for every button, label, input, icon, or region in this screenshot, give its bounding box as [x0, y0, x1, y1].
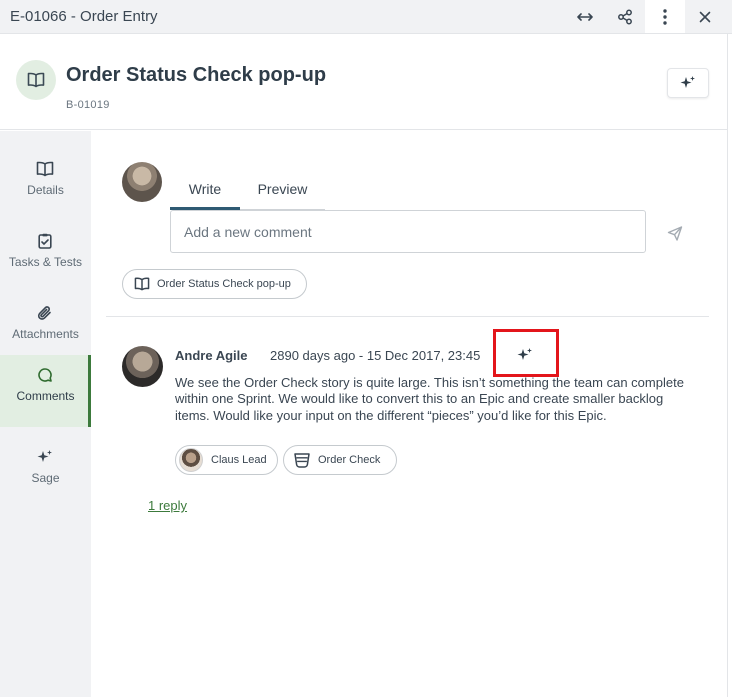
comment-input[interactable] — [170, 210, 646, 253]
paperclip-icon — [37, 306, 51, 320]
sidebar-item-sage[interactable]: Sage — [0, 437, 91, 509]
sidebar-item-comments[interactable]: Comments — [0, 355, 91, 427]
sparkle-icon — [517, 348, 532, 360]
sidebar-item-tasks-tests[interactable]: Tasks & Tests — [0, 221, 91, 293]
expand-button[interactable] — [565, 0, 605, 33]
tab-preview[interactable]: Preview — [240, 170, 325, 210]
book-icon — [36, 161, 54, 177]
task-check-icon — [38, 233, 52, 249]
book-icon — [27, 72, 45, 88]
close-icon — [699, 11, 711, 22]
divider — [106, 316, 709, 317]
item-type-badge — [16, 60, 56, 100]
sidebar-item-label: Tasks & Tests — [8, 255, 83, 269]
item-id: B-01019 — [66, 99, 110, 111]
comment-author: Andre Agile — [175, 348, 248, 363]
mention-chip-member[interactable]: Claus Lead — [175, 445, 278, 475]
share-button[interactable] — [605, 0, 645, 33]
window-title: E-01066 - Order Entry — [10, 8, 158, 25]
comment-timestamp: 2890 days ago - 15 Dec 2017, 23:45 — [270, 348, 481, 363]
comment-icon — [38, 368, 52, 382]
comment-body: We see the Order Check story is quite la… — [175, 375, 684, 423]
book-icon — [134, 277, 150, 291]
context-chip-label: Order Status Check pop-up — [157, 278, 291, 290]
mention-label: Claus Lead — [211, 454, 267, 466]
current-user-avatar — [122, 162, 162, 202]
panel-border — [727, 34, 728, 697]
page-title: Order Status Check pop-up — [66, 64, 327, 86]
send-comment-button[interactable] — [663, 222, 687, 244]
sage-button[interactable] — [667, 68, 709, 98]
mention-label: Order Check — [318, 454, 381, 466]
send-icon — [667, 225, 683, 241]
comment-sage-button[interactable] — [510, 342, 540, 368]
member-avatar — [179, 448, 203, 472]
more-options-button[interactable] — [645, 0, 685, 33]
mention-chip-epic[interactable]: Order Check — [283, 445, 397, 475]
epic-icon — [294, 453, 310, 468]
expand-horizontal-icon — [577, 12, 593, 21]
tab-write[interactable]: Write — [170, 170, 240, 210]
close-button[interactable] — [685, 0, 725, 33]
sparkle-icon — [37, 450, 52, 462]
share-icon — [618, 9, 632, 24]
sidebar-item-details[interactable]: Details — [0, 149, 91, 221]
window-titlebar: E-01066 - Order Entry — [0, 0, 732, 34]
sidebar-item-label: Comments — [16, 389, 75, 403]
sidebar-item-label: Details — [27, 183, 64, 197]
sidebar-item-label: Attachments — [12, 327, 79, 341]
item-header: Order Status Check pop-up B-01019 — [0, 34, 727, 130]
more-vertical-icon — [663, 8, 667, 25]
sidebar: Details Tasks & Tests Attachments Commen… — [0, 131, 91, 697]
context-chip[interactable]: Order Status Check pop-up — [122, 269, 307, 299]
author-avatar — [122, 346, 163, 387]
sparkle-icon — [680, 76, 695, 88]
reply-link[interactable]: 1 reply — [148, 498, 187, 513]
sidebar-item-label: Sage — [31, 471, 60, 485]
